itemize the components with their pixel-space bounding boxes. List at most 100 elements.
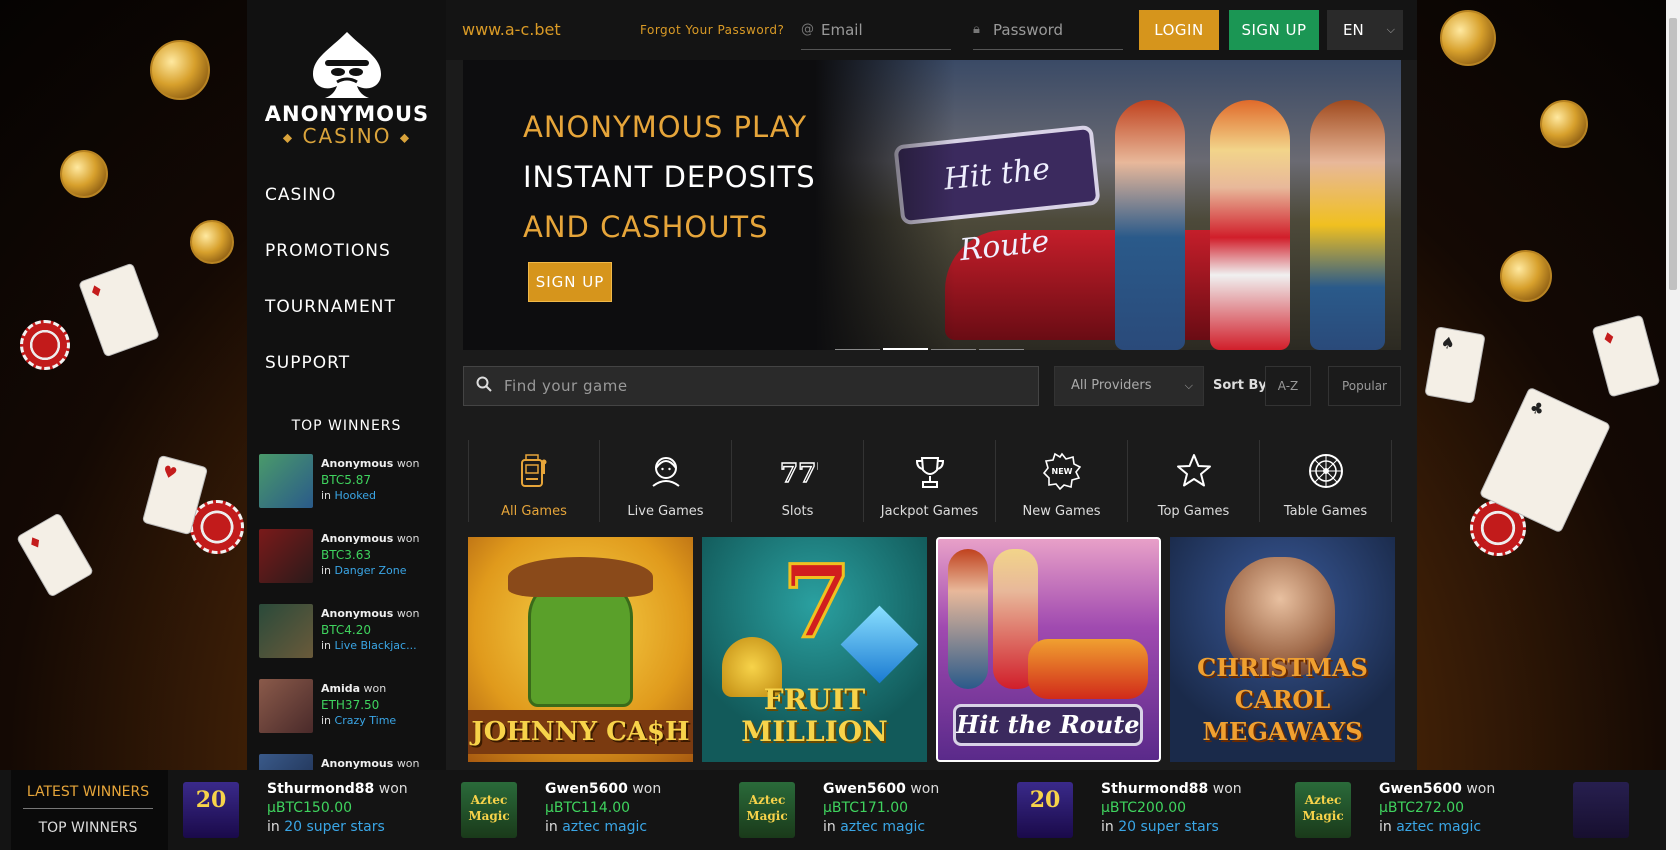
in-label: in — [321, 714, 332, 727]
game-thumbnail — [1573, 782, 1629, 838]
casino-logo[interactable]: ANONYMOUS ◆ CASINO ◆ — [257, 30, 437, 148]
tab-all-games[interactable]: All Games — [468, 440, 600, 522]
winner-game-link[interactable]: aztec magic — [1396, 819, 1481, 835]
tab-label: Table Games — [1283, 504, 1368, 519]
password-field[interactable]: 🔒︎ Password — [973, 10, 1123, 50]
game-thumbnail: Aztec Magic — [739, 782, 795, 838]
winner-amount: µBTC150.00 — [267, 800, 353, 816]
coin-decoration — [1440, 10, 1496, 66]
won-label: won — [632, 781, 662, 797]
banner-headline-1: ANONYMOUS PLAY — [523, 110, 808, 144]
carousel-dot-active[interactable] — [883, 348, 928, 350]
seven-symbol: 7 — [781, 543, 854, 661]
tab-table-games[interactable]: Table Games — [1260, 440, 1392, 522]
winner-game-link[interactable]: aztec magic — [562, 819, 647, 835]
tab-new-games[interactable]: NEW New Games — [996, 440, 1128, 522]
top-bar: www.a-c.bet Forgot Your Password? @ Emai… — [446, 0, 1417, 60]
sort-by-label: Sort By: — [1213, 378, 1273, 393]
winner-amount: ETH37.50 — [321, 698, 380, 712]
game-title: CHRISTMAS CAROL MEGAWAYS — [1197, 653, 1368, 746]
winner-game-link[interactable]: 20 super stars — [284, 819, 385, 835]
game-thumbnail — [259, 604, 313, 658]
game-thumbnail: Aztec Magic — [1295, 782, 1351, 838]
winner-text: Amida won ETH37.50 in Crazy Time — [321, 681, 396, 729]
winner-game-link[interactable]: aztec magic — [840, 819, 925, 835]
password-placeholder: Password — [993, 21, 1064, 39]
game-tile-hit-the-route[interactable]: Hit the Route — [936, 537, 1161, 762]
in-label: in — [823, 819, 836, 835]
game-tile-fruit-million[interactable]: 7 FRUIT MILLION — [702, 537, 927, 762]
top-winner-item[interactable]: Anonymous won BTC4.20 in Live Blackjac..… — [259, 604, 439, 679]
nav-support[interactable]: SUPPORT — [265, 348, 396, 404]
diamond-icon: ◆ — [399, 130, 412, 145]
winner-game-link[interactable]: Live Blackjac... — [335, 639, 417, 652]
latest-winner-item[interactable]: 20 Sthurmond88 won µBTC200.00 in 20 supe… — [1017, 780, 1277, 840]
winner-game-link[interactable]: Crazy Time — [335, 714, 397, 727]
game-thumbnail — [259, 679, 313, 733]
game-tile-christmas-carol[interactable]: CHRISTMAS CAROL MEGAWAYS — [1170, 537, 1395, 762]
won-label: won — [378, 781, 408, 797]
tab-latest-winners[interactable]: LATEST WINNERS — [23, 784, 153, 809]
latest-winner-item-partial[interactable] — [1573, 780, 1633, 840]
game-search-input[interactable]: Find your game — [463, 366, 1039, 406]
carousel-dot[interactable] — [979, 349, 1024, 350]
winner-amount: µBTC272.00 — [1379, 800, 1465, 816]
live-dealer-icon — [651, 457, 680, 487]
forgot-password-link[interactable]: Forgot Your Password? — [640, 23, 784, 37]
winner-name: Anonymous — [321, 457, 394, 470]
providers-select[interactable]: All Providers ⌵ — [1054, 366, 1204, 406]
game-tile-johnny-cash[interactable]: JOHNNY CA$H — [468, 537, 693, 762]
carousel-dot[interactable] — [931, 349, 976, 350]
tab-label: Slots — [781, 504, 814, 519]
tab-label: New Games — [1022, 504, 1101, 519]
login-button[interactable]: LOGIN — [1139, 10, 1219, 50]
nav-promotions[interactable]: PROMOTIONS — [265, 236, 396, 292]
latest-winner-item[interactable]: Aztec Magic Gwen5600 won µBTC171.00 in a… — [739, 780, 999, 840]
logo-line1: ANONYMOUS — [264, 102, 430, 126]
chip-decoration — [20, 320, 70, 370]
tab-slots[interactable]: 777 Slots — [732, 440, 864, 522]
top-winner-item[interactable]: Amida won ETH37.50 in Crazy Time — [259, 679, 439, 754]
winner-text: Sthurmond88 won µBTC200.00 in 20 super s… — [1101, 780, 1242, 837]
in-label: in — [267, 819, 280, 835]
game-thumbnail: Aztec Magic — [461, 782, 517, 838]
winner-game-link[interactable]: 20 super stars — [1118, 819, 1219, 835]
category-tabs: All Games Live Games 777 Slots — [468, 440, 1395, 522]
card-decoration: ♦ — [78, 262, 160, 358]
winner-game-link[interactable]: Hooked — [335, 489, 376, 502]
slot-machine-icon — [521, 454, 547, 487]
cowboy-hat — [508, 557, 653, 597]
main-nav: CASINO PROMOTIONS TOURNAMENT SUPPORT — [265, 180, 396, 404]
latest-winner-item[interactable]: Aztec Magic Gwen5600 won µBTC114.00 in a… — [461, 780, 721, 840]
nav-tournament[interactable]: TOURNAMENT — [265, 292, 396, 348]
chevron-down-icon: ⌵ — [1184, 379, 1193, 392]
latest-winner-item[interactable]: 20 Sthurmond88 won µBTC150.00 in 20 supe… — [183, 780, 443, 840]
winner-name: Amida — [321, 682, 361, 695]
winner-game-link[interactable]: Danger Zone — [335, 564, 407, 577]
sort-az-button[interactable]: A-Z — [1265, 366, 1311, 406]
in-label: in — [1379, 819, 1392, 835]
latest-winner-item[interactable]: Aztec Magic Gwen5600 won µBTC272.00 in a… — [1295, 780, 1555, 840]
tab-jackpot-games[interactable]: Jackpot Games — [864, 440, 996, 522]
tab-top-winners[interactable]: TOP WINNERS — [23, 820, 153, 836]
top-winner-item[interactable]: Anonymous won BTC3.63 in Danger Zone — [259, 529, 439, 604]
banner-signup-button[interactable]: SIGN UP — [528, 262, 612, 302]
banner-fade — [815, 60, 955, 350]
top-winner-item[interactable]: Anonymous won BTC5.87 in Hooked — [259, 454, 439, 529]
hero-banner[interactable]: Hit the Route ANONYMOUS PLAY INSTANT DEP… — [463, 60, 1401, 350]
page-scrollbar[interactable] — [1666, 0, 1680, 850]
game-title: FRUIT MILLION — [741, 683, 888, 748]
tab-live-games[interactable]: Live Games — [600, 440, 732, 522]
star-icon — [1176, 454, 1211, 487]
won-label: won — [1212, 781, 1242, 797]
sort-popular-button[interactable]: Popular — [1328, 366, 1401, 406]
language-select[interactable]: EN ⌵ — [1327, 10, 1403, 50]
signup-button[interactable]: SIGN UP — [1229, 10, 1319, 50]
tab-top-games[interactable]: Top Games — [1128, 440, 1260, 522]
email-field[interactable]: @ Email — [801, 10, 951, 50]
coin-decoration — [190, 220, 234, 264]
nav-casino[interactable]: CASINO — [265, 180, 396, 236]
tab-label: All Games — [501, 504, 567, 519]
scrollbar-thumb[interactable] — [1669, 18, 1677, 290]
carousel-dot[interactable] — [835, 349, 880, 350]
